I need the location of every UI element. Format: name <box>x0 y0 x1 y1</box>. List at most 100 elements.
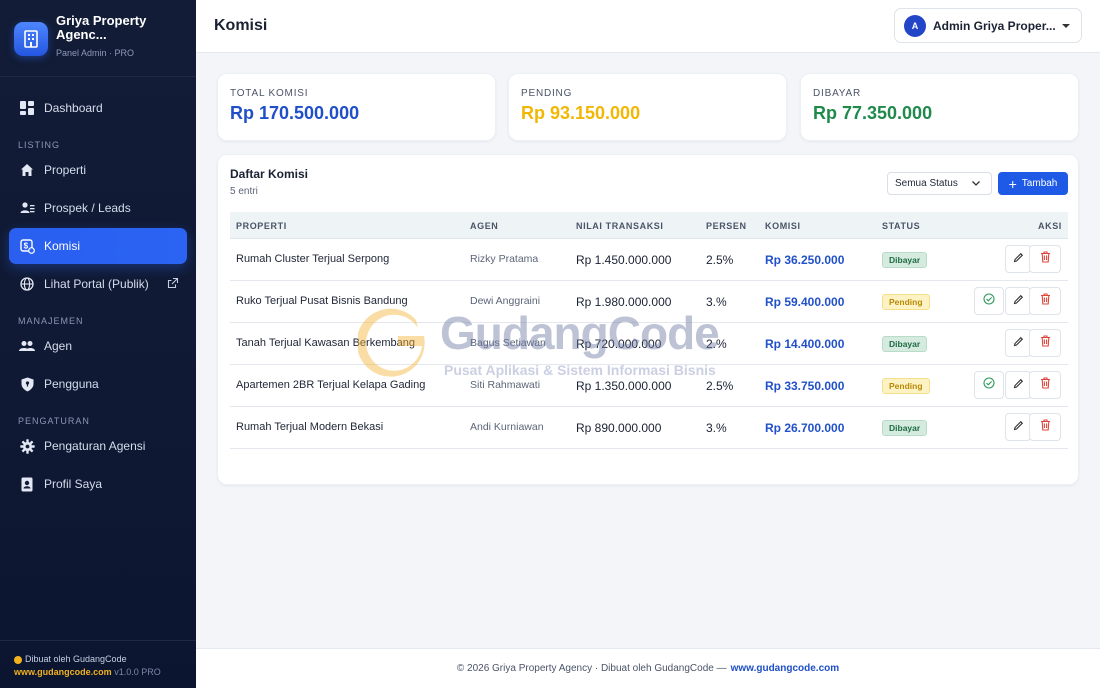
edit-button[interactable] <box>1005 329 1031 357</box>
trash-icon <box>1040 334 1051 352</box>
delete-button[interactable] <box>1029 329 1061 357</box>
commission-table-card: Daftar Komisi 5 entri Semua Status + Tam… <box>217 154 1079 485</box>
cell-agen: Rizky Pratama <box>470 253 539 265</box>
trash-icon <box>1040 250 1051 268</box>
trash-icon <box>1040 292 1051 310</box>
trash-icon <box>1040 418 1051 436</box>
edit-button[interactable] <box>1005 245 1031 273</box>
sidebar-item-label: Profil Saya <box>44 477 103 491</box>
delete-button[interactable] <box>1029 371 1061 399</box>
cell-nilai: Rp 890.000.000 <box>576 421 662 435</box>
dashboard-icon <box>19 100 35 116</box>
cell-agen: Andi Kurniawan <box>470 421 544 433</box>
sidebar-item-komisi[interactable]: $ Komisi <box>9 228 187 264</box>
page-footer: © 2026 Griya Property Agency · Dibuat ol… <box>196 648 1100 688</box>
stat-label: PENDING <box>521 88 573 99</box>
sidebar-item-pengguna[interactable]: Pengguna <box>9 366 187 402</box>
sidebar-item-dashboard[interactable]: Dashboard <box>9 90 187 126</box>
edit-button[interactable] <box>1005 371 1031 399</box>
status-badge: Pending <box>882 294 930 310</box>
sidebar-item-pengaturan-agensi[interactable]: Pengaturan Agensi <box>9 428 187 464</box>
cell-komisi: Rp 14.400.000 <box>765 337 845 351</box>
cell-agen: Dewi Anggraini <box>470 295 541 307</box>
table-row: Rumah Terjual Modern Bekasi Andi Kurniawa… <box>230 407 1068 449</box>
table-row: Tanah Terjual Kawasan Berkembang Bagus Se… <box>230 323 1068 365</box>
sidebar-item-portal[interactable]: Lihat Portal (Publik) <box>9 266 187 302</box>
delete-button[interactable] <box>1029 245 1061 273</box>
sidebar-item-label: Agen <box>44 339 73 353</box>
chevron-down-icon <box>971 178 981 191</box>
stat-card-pending: PENDING Rp 93.150.000 <box>508 73 787 141</box>
mark-paid-button[interactable] <box>974 287 1004 315</box>
leads-icon <box>19 200 35 216</box>
footer-link[interactable]: www.gudangcode.com <box>731 663 840 674</box>
table-row: Apartemen 2BR Terjual Kelapa Gading Siti … <box>230 365 1068 407</box>
user-menu-button[interactable]: A Admin Griya Proper... <box>894 8 1082 43</box>
stat-card-total: TOTAL KOMISI Rp 170.500.000 <box>217 73 496 141</box>
sidebar-divider <box>0 76 196 77</box>
status-filter-value: Semua Status <box>895 178 958 189</box>
table-row: Ruko Terjual Pusat Bisnis Bandung Dewi An… <box>230 281 1068 323</box>
brand-name: Griya Property Agenc... <box>56 13 147 42</box>
cell-nilai: Rp 1.980.000.000 <box>576 295 672 309</box>
commission-icon: $ <box>19 238 35 254</box>
brand-subtitle: Panel Admin · PRO <box>56 48 135 58</box>
cell-properti: Rumah Cluster Terjual Serpong <box>236 253 390 265</box>
sidebar-footer: Dibuat oleh GudangCode www.gudangcode.co… <box>0 640 196 679</box>
building-icon <box>14 22 48 56</box>
cell-nilai: Rp 1.350.000.000 <box>576 379 672 393</box>
shield-icon <box>19 376 35 392</box>
col-nilai: NILAI TRANSAKSI <box>576 221 664 231</box>
sidebar-item-agen[interactable]: Agen <box>9 328 187 364</box>
status-badge: Dibayar <box>882 420 928 436</box>
col-persen: PERSEN <box>706 221 747 231</box>
edit-button[interactable] <box>1005 413 1031 441</box>
stat-value-total: Rp 170.500.000 <box>230 103 360 123</box>
table-title: Daftar Komisi <box>230 167 309 181</box>
col-komisi: KOMISI <box>765 221 801 231</box>
cell-properti: Tanah Terjual Kawasan Berkembang <box>236 337 415 349</box>
sidebar: Griya Property Agenc... Panel Admin · PR… <box>0 0 196 688</box>
add-commission-button[interactable]: + Tambah <box>998 172 1068 195</box>
sidebar-item-properti[interactable]: Properti <box>9 152 187 188</box>
brand[interactable]: Griya Property Agenc... Panel Admin · PR… <box>14 14 188 66</box>
page-title: Komisi <box>214 17 268 34</box>
footer-text: © 2026 Griya Property Agency · Dibuat ol… <box>456 663 727 674</box>
sidebar-item-label: Dashboard <box>44 101 103 115</box>
pencil-icon <box>1013 418 1024 436</box>
cell-persen: 3.% <box>706 421 727 435</box>
sidebar-item-label: Pengaturan Agensi <box>44 439 146 453</box>
cell-nilai: Rp 720.000.000 <box>576 337 662 351</box>
cell-persen: 2.5% <box>706 253 734 267</box>
add-button-label: Tambah <box>1021 178 1058 189</box>
pencil-icon <box>1013 292 1024 310</box>
sidebar-item-prospek[interactable]: Prospek / Leads <box>9 190 187 226</box>
status-badge: Dibayar <box>882 336 928 352</box>
agents-icon <box>19 338 35 354</box>
table-row: Rumah Cluster Terjual Serpong Rizky Prata… <box>230 239 1068 281</box>
delete-button[interactable] <box>1029 287 1061 315</box>
pencil-icon <box>1013 376 1024 394</box>
mark-paid-button[interactable] <box>974 371 1004 399</box>
sidebar-item-label: Properti <box>44 163 87 177</box>
trash-icon <box>1040 376 1051 394</box>
section-listing: LISTING <box>18 140 61 150</box>
col-properti: PROPERTI <box>236 221 287 231</box>
stat-value-paid: Rp 77.350.000 <box>813 103 933 123</box>
avatar: A <box>904 14 926 37</box>
sidebar-item-profil[interactable]: Profil Saya <box>9 466 187 502</box>
delete-button[interactable] <box>1029 413 1061 441</box>
external-link-icon <box>167 277 179 292</box>
check-circle-icon <box>983 376 995 394</box>
cell-properti: Apartemen 2BR Terjual Kelapa Gading <box>236 379 426 391</box>
section-manajemen: MANAJEMEN <box>18 316 84 326</box>
footer-site-link[interactable]: www.gudangcode.com <box>14 667 112 677</box>
status-filter-select[interactable]: Semua Status <box>887 172 992 195</box>
table-header: PROPERTI AGEN NILAI TRANSAKSI PERSEN KOM… <box>230 212 1068 239</box>
edit-button[interactable] <box>1005 287 1031 315</box>
cell-komisi: Rp 33.750.000 <box>765 379 845 393</box>
cell-persen: 3.% <box>706 295 727 309</box>
section-pengaturan: PENGATURAN <box>18 416 90 426</box>
cell-persen: 2.5% <box>706 379 734 393</box>
sidebar-nav: Dashboard LISTING Properti Prospek / Lea… <box>9 90 187 504</box>
